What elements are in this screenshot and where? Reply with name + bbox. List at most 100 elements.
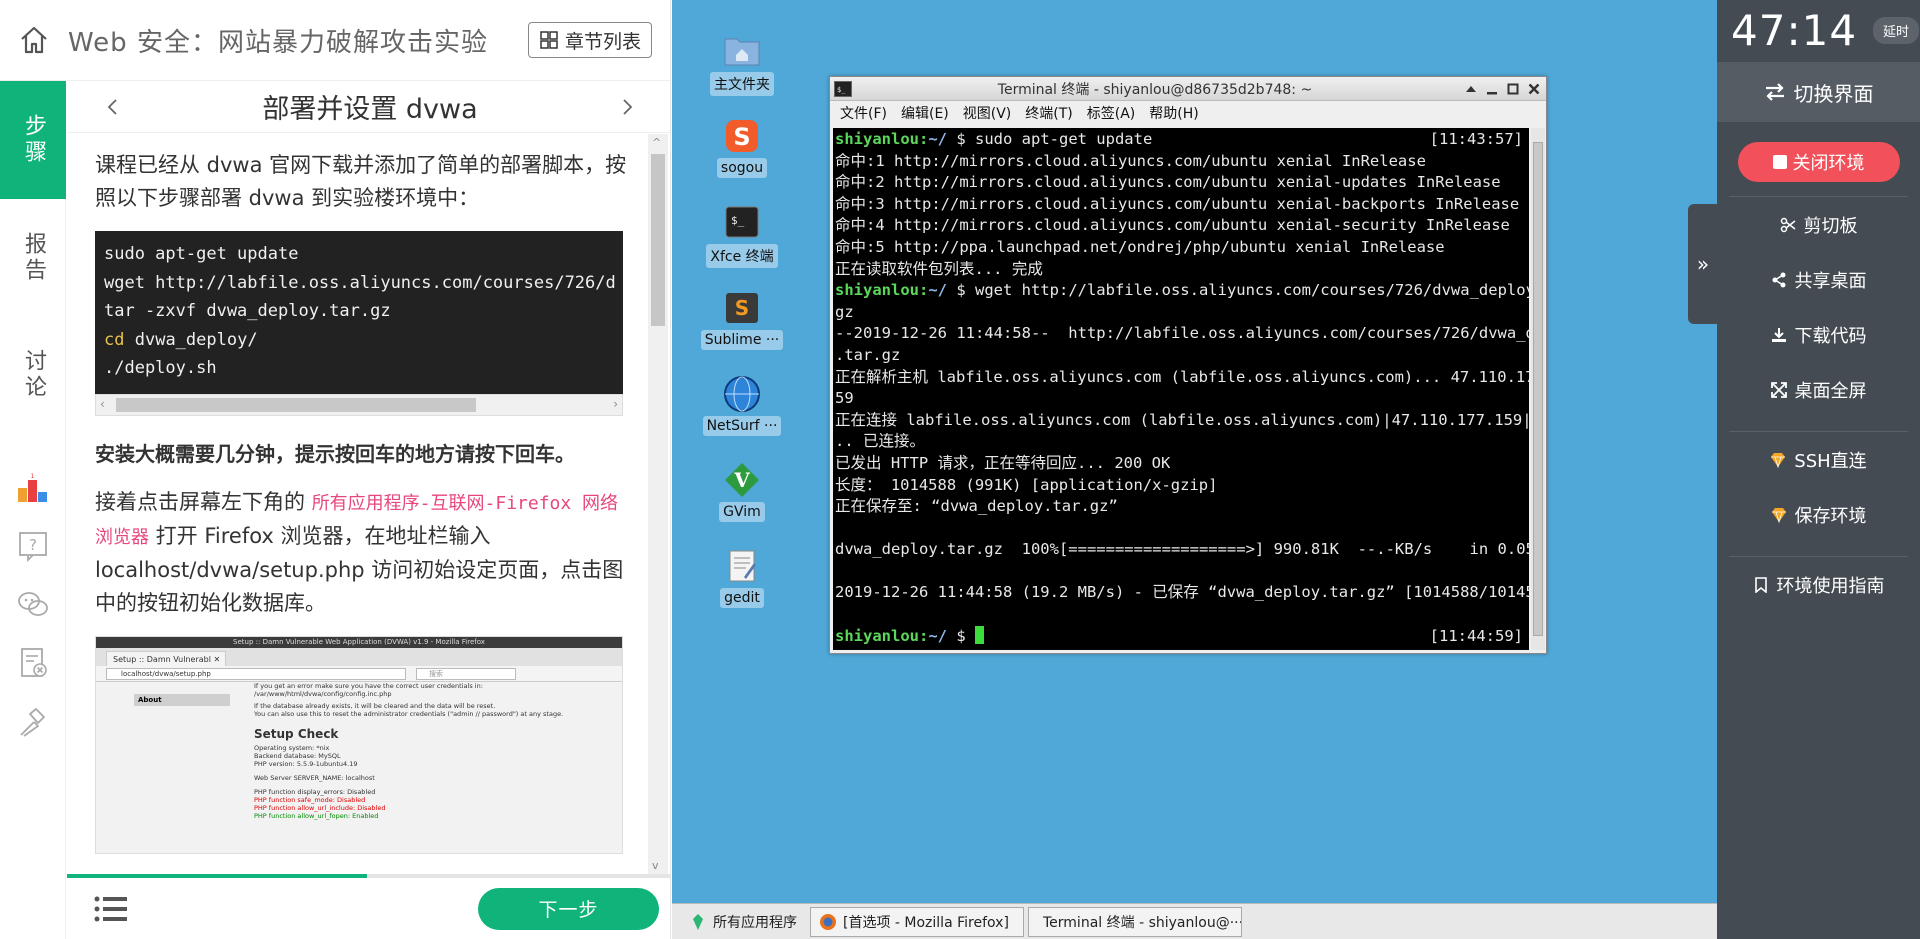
help-icon[interactable]: ? xyxy=(16,529,50,563)
swap-arrows-icon xyxy=(1765,83,1784,101)
guide-sidenav: 步骤 报告 讨论 1 ? xyxy=(0,81,66,939)
scroll-left-icon[interactable]: ‹ xyxy=(100,397,105,411)
terminal-line: 命中:4 http://mirrors.cloud.aliyuncs.com/u… xyxy=(835,216,1510,235)
shiyanlou-logo-icon xyxy=(693,913,703,930)
home-icon[interactable] xyxy=(18,24,50,56)
clipboard-button[interactable]: 剪切板 xyxy=(1717,197,1920,252)
desktop-icon-sublime[interactable]: S Sublime ··· xyxy=(698,288,786,350)
scroll-right-icon[interactable]: › xyxy=(613,397,618,411)
prev-step-icon[interactable] xyxy=(105,97,121,117)
next-step-button[interactable]: 下一步 xyxy=(478,887,659,930)
shade-button[interactable] xyxy=(1463,81,1479,97)
code-horizontal-scrollbar[interactable]: ‹ › xyxy=(95,394,623,416)
applications-menu-button[interactable]: 所有应用程序 xyxy=(680,907,806,937)
share-desktop-button[interactable]: 共享桌面 xyxy=(1717,252,1920,307)
svg-text:1: 1 xyxy=(31,473,35,480)
screenshot-window-title: Setup :: Damn Vulnerable Web Application… xyxy=(96,637,622,648)
scroll-down-icon[interactable]: v xyxy=(652,859,659,872)
menu-edit[interactable]: 编辑(E) xyxy=(901,103,949,123)
desktop-icon-home[interactable]: 主文件夹 xyxy=(698,30,786,96)
terminal-cursor xyxy=(975,625,984,644)
double-chevron-right-icon: » xyxy=(1696,252,1710,276)
terminal-line: gz xyxy=(835,302,854,321)
terminal-titlebar[interactable]: $_ Terminal 终端 - shiyanlou@d86735d2b748:… xyxy=(830,77,1546,101)
switch-view-button[interactable]: 切换界面 xyxy=(1717,62,1920,122)
terminal-line: 正在连接 labfile.oss.aliyuncs.com (labfile.o… xyxy=(835,410,1529,429)
code-line: tar -zxvf dvwa_deploy.tar.gz xyxy=(104,301,391,321)
menu-file[interactable]: 文件(F) xyxy=(840,103,887,123)
screenshot-sidebar: About xyxy=(134,694,230,706)
remote-desktop[interactable]: 主文件夹 S sogou $_ Xfce 终端 S Sublime ··· Ne… xyxy=(672,0,1717,939)
taskbar-window-terminal[interactable]: $_ Terminal 终端 - shiyanlou@··· xyxy=(1028,906,1242,937)
close-icon xyxy=(1528,83,1540,94)
terminal-screen[interactable]: shiyanlou:~/ $ sudo apt-get update [11:43… xyxy=(833,128,1529,650)
code-line: ./deploy.sh xyxy=(104,358,217,378)
desktop-icon-xfce-terminal[interactable]: $_ Xfce 终端 xyxy=(698,202,786,268)
globe-icon xyxy=(724,376,760,412)
code-line: sudo apt-get update xyxy=(104,244,299,264)
terminal-line: 命中:5 http://ppa.launchpad.net/ondrej/php… xyxy=(835,237,1445,256)
sidenav-report[interactable]: 报告 xyxy=(0,199,66,316)
diamond-icon xyxy=(1771,507,1786,523)
extend-time-button[interactable]: 延时 xyxy=(1873,16,1920,44)
sogou-icon: S xyxy=(726,120,758,152)
menu-help[interactable]: 帮助(H) xyxy=(1149,103,1198,123)
bookmark-icon xyxy=(1754,576,1767,593)
close-environment-button[interactable]: 关闭环境 xyxy=(1737,142,1900,182)
scroll-thumb[interactable] xyxy=(651,154,665,326)
terminal-scrollbar[interactable] xyxy=(1531,128,1545,650)
ssh-direct-button[interactable]: SSH直连 xyxy=(1717,432,1920,487)
sidenav-steps[interactable]: 步骤 xyxy=(0,81,66,199)
scroll-up-icon[interactable]: ^ xyxy=(652,136,661,149)
environment-control-panel: 47:14 延时 切换界面 关闭环境 剪切板 共享桌面 下载代码 桌面全屏 SS… xyxy=(1717,0,1920,939)
terminal-window[interactable]: $_ Terminal 终端 - shiyanlou@d86735d2b748:… xyxy=(829,76,1547,654)
taskbar-window-firefox[interactable]: [首选项 - Mozilla Firefox] xyxy=(810,906,1024,937)
desktop-icon-sogou[interactable]: S sogou xyxy=(698,116,786,178)
terminal-line: 59 xyxy=(835,389,854,408)
environment-guide-link[interactable]: 环境使用指南 xyxy=(1717,557,1920,612)
content-vertical-scrollbar[interactable]: ^ v xyxy=(648,134,668,874)
terminal-menubar: 文件(F) 编辑(E) 视图(V) 终端(T) 标签(A) 帮助(H) xyxy=(830,101,1546,125)
screenshot-main: If you get an error make sure you have t… xyxy=(254,682,564,820)
menu-terminal[interactable]: 终端(T) xyxy=(1025,103,1072,123)
maximize-button[interactable] xyxy=(1505,81,1521,97)
list-icon[interactable] xyxy=(93,895,129,923)
countdown-timer: 47:14 xyxy=(1731,5,1858,55)
terminal-line: shiyanlou:~/ $ [11:44:59] xyxy=(835,625,1523,645)
code-block[interactable]: sudo apt-get update wget http://labfile.o… xyxy=(95,231,623,394)
step-title: 部署并设置 dvwa xyxy=(262,94,478,125)
minimize-button[interactable] xyxy=(1484,81,1500,97)
fullscreen-desktop-button[interactable]: 桌面全屏 xyxy=(1717,362,1920,417)
next-step-icon[interactable] xyxy=(619,97,635,117)
screenshot-tab: Setup :: Damn Vulnerabl ✕ xyxy=(106,651,226,666)
desktop-icon-gvim[interactable]: V GVim xyxy=(698,460,786,522)
close-button[interactable] xyxy=(1526,81,1542,97)
dvwa-setup-screenshot: Setup :: Damn Vulnerable Web Application… xyxy=(95,636,623,854)
timer-row: 47:14 延时 xyxy=(1717,0,1920,60)
screenshot-search: 搜索 xyxy=(416,667,516,680)
scroll-thumb[interactable] xyxy=(116,398,476,412)
terminal-line: shiyanlou:~/ $ wget http://labfile.oss.a… xyxy=(835,281,1529,300)
scroll-thumb[interactable] xyxy=(1533,142,1543,636)
sidenav-discuss[interactable]: 讨论 xyxy=(0,316,66,433)
leaderboard-icon[interactable]: 1 xyxy=(16,472,50,506)
menu-view[interactable]: 视图(V) xyxy=(963,103,1012,123)
svg-text:V: V xyxy=(733,468,750,492)
tools-icon[interactable] xyxy=(16,706,50,740)
desktop-icon-gedit[interactable]: gedit xyxy=(698,546,786,608)
save-environment-button[interactable]: 保存环境 xyxy=(1717,487,1920,542)
svg-text:S: S xyxy=(733,123,750,151)
firefox-icon xyxy=(820,913,836,930)
desktop-icon-netsurf[interactable]: NetSurf ··· xyxy=(698,374,786,436)
terminal-line: 长度： 1014588 (991K) [application/x-gzip] xyxy=(835,475,1218,494)
report-issue-icon[interactable] xyxy=(16,646,50,680)
menu-tabs[interactable]: 标签(A) xyxy=(1087,103,1136,123)
text-editor-icon xyxy=(729,550,756,582)
download-code-button[interactable]: 下载代码 xyxy=(1717,307,1920,362)
chapter-list-button[interactable]: 章节列表 xyxy=(527,22,652,58)
collapse-panel-tab[interactable]: » xyxy=(1688,204,1718,324)
sublime-icon: S xyxy=(726,293,758,323)
wechat-icon[interactable] xyxy=(16,588,50,622)
